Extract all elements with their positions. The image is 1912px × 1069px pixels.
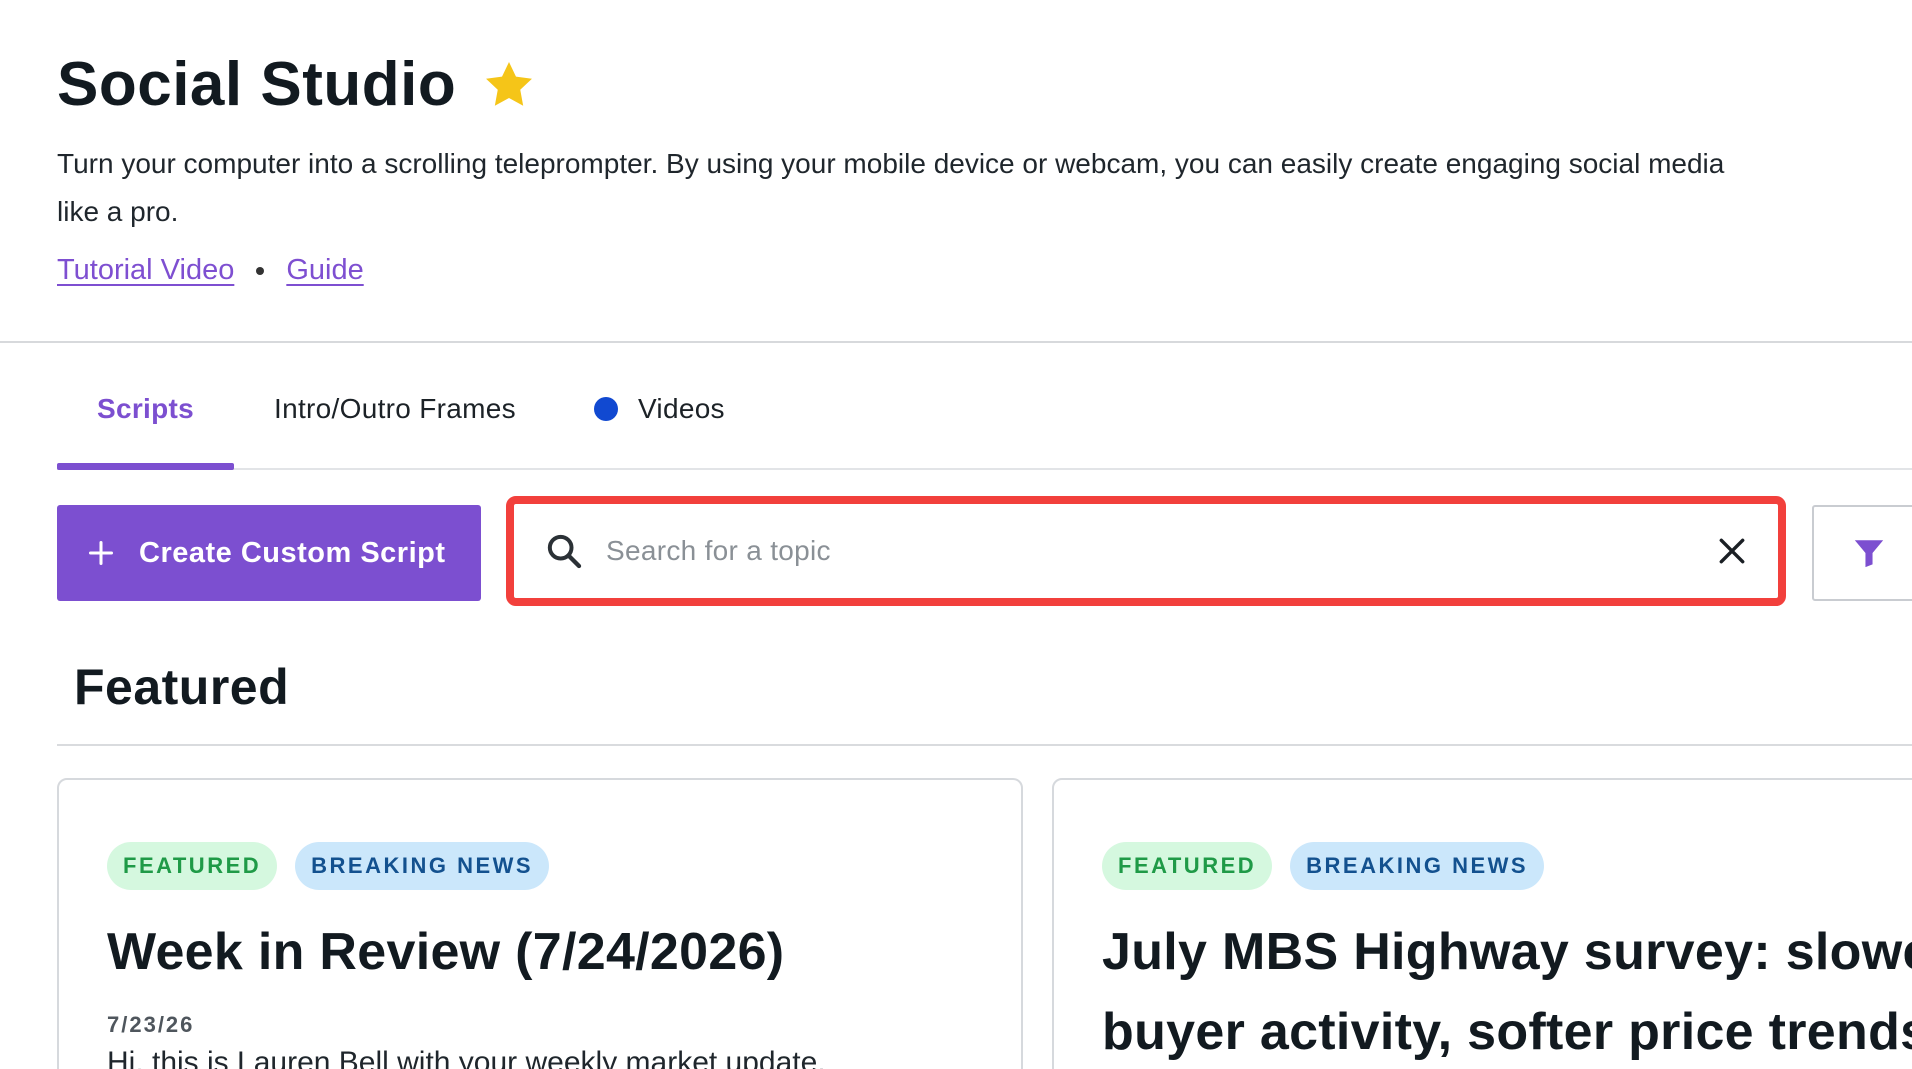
featured-divider xyxy=(57,744,1912,746)
search-box[interactable] xyxy=(506,496,1786,606)
featured-badge: FEATURED xyxy=(1102,842,1273,890)
search-icon xyxy=(547,534,582,569)
tab-bar: Scripts Intro/Outro Frames Videos xyxy=(57,350,1912,470)
close-icon[interactable] xyxy=(1716,535,1748,567)
tab-scripts-label: Scripts xyxy=(97,393,195,424)
help-links: Tutorial Video Guide xyxy=(57,254,1912,287)
description-line-2: like a pro. xyxy=(57,196,179,227)
featured-badge: FEATURED xyxy=(107,842,278,890)
featured-section-title: Featured xyxy=(74,659,290,715)
card-badges: FEATURED BREAKING NEWS xyxy=(107,842,973,890)
plus-icon xyxy=(88,540,114,566)
create-custom-script-button[interactable]: Create Custom Script xyxy=(57,505,481,601)
card-date: 7/23/26 xyxy=(107,1012,195,1037)
guide-link[interactable]: Guide xyxy=(286,254,363,287)
page-header: Social Studio Turn your computer into a … xyxy=(57,40,1912,287)
breaking-news-badge: BREAKING NEWS xyxy=(295,842,550,890)
tab-scripts[interactable]: Scripts xyxy=(57,350,235,470)
tutorial-video-link[interactable]: Tutorial Video xyxy=(57,254,234,287)
filter-icon xyxy=(1854,540,1884,568)
social-studio-page: Social Studio Turn your computer into a … xyxy=(0,0,1912,1069)
script-card[interactable]: FEATURED BREAKING NEWS Week in Review (7… xyxy=(57,778,1023,1069)
link-separator xyxy=(256,266,265,275)
search-input[interactable] xyxy=(604,534,1716,568)
tab-videos-label: Videos xyxy=(637,393,725,424)
card-title: July MBS Highway survey: slower buyer ac… xyxy=(1102,912,1912,1069)
description-line-1: Turn your computer into a scrolling tele… xyxy=(57,148,1725,179)
videos-status-dot xyxy=(593,397,618,421)
filter-button[interactable] xyxy=(1812,505,1912,601)
script-card[interactable]: FEATURED BREAKING NEWS July MBS Highway … xyxy=(1052,778,1912,1069)
title-row: Social Studio xyxy=(57,40,1912,130)
tab-intro-outro-label: Intro/Outro Frames xyxy=(274,393,516,424)
card-title: Week in Review (7/24/2026) xyxy=(107,923,785,981)
card-badges: FEATURED BREAKING NEWS xyxy=(1102,842,1902,890)
tab-videos[interactable]: Videos xyxy=(556,350,765,468)
card-title-line-2: buyer activity, softer price trends xyxy=(1102,1003,1912,1061)
create-button-label: Create Custom Script xyxy=(139,536,446,569)
card-excerpt: Hi, this is Lauren Bell with your weekly… xyxy=(107,1046,826,1069)
header-divider xyxy=(0,341,1912,343)
page-description: Turn your computer into a scrolling tele… xyxy=(57,140,1912,236)
page-title: Social Studio xyxy=(57,50,457,119)
tab-intro-outro-frames[interactable]: Intro/Outro Frames xyxy=(234,350,556,468)
breaking-news-badge: BREAKING NEWS xyxy=(1290,842,1545,890)
star-icon[interactable] xyxy=(482,58,536,112)
card-title-line-1: July MBS Highway survey: slower xyxy=(1102,923,1912,981)
